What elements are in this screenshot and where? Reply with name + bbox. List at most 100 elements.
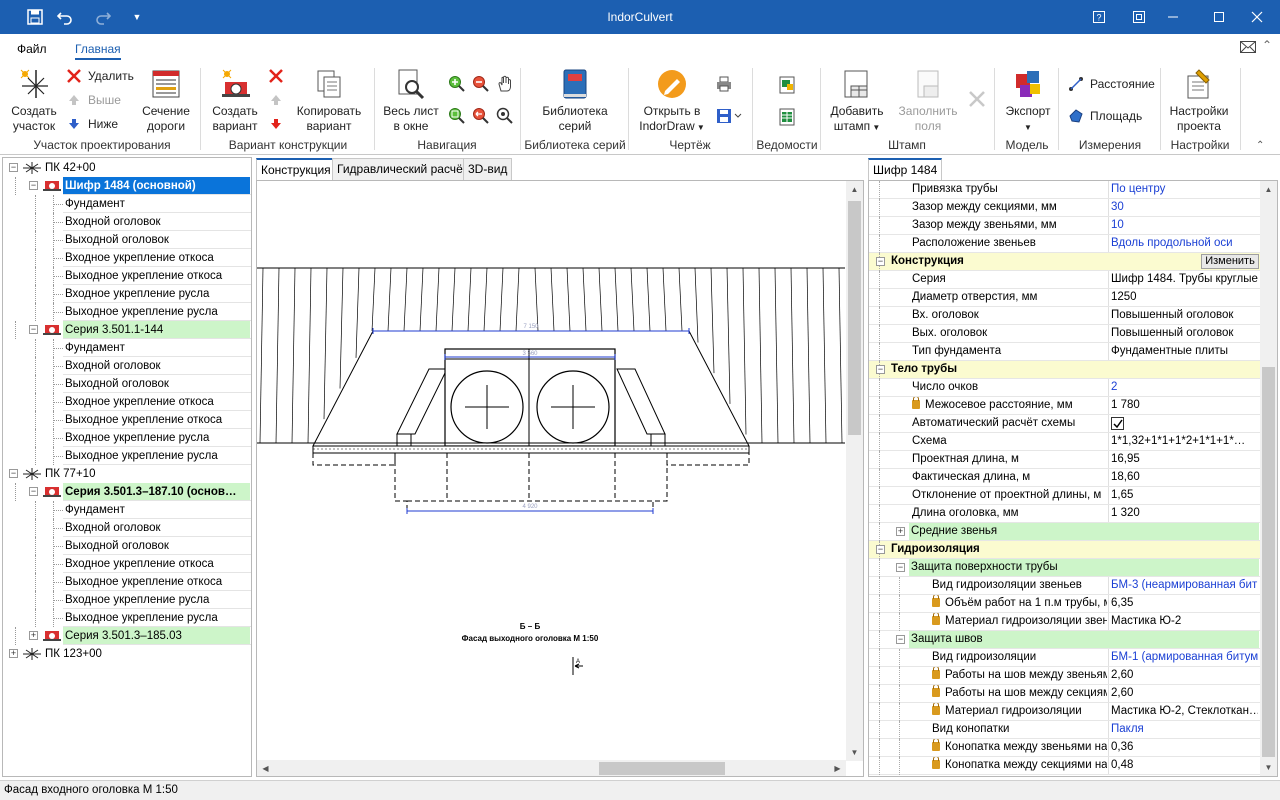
mail-icon[interactable] (1240, 40, 1256, 57)
collapse-icon[interactable]: − (29, 487, 38, 496)
zoom-out-icon[interactable] (472, 75, 490, 96)
create-variant-button[interactable]: Создать вариант (206, 68, 264, 134)
tree-element-item[interactable]: Фундамент (3, 339, 251, 357)
collapse-icon[interactable]: − (29, 325, 38, 334)
project-settings-button[interactable]: Настройки проекта (1166, 68, 1232, 134)
property-value[interactable]: 2,60 (1108, 667, 1258, 684)
tree-element-item[interactable]: Выходной оголовок (3, 375, 251, 393)
tree-element-item[interactable]: Входное укрепление русла (3, 591, 251, 609)
zoom-in-icon[interactable] (448, 75, 466, 96)
property-value[interactable]: БМ-1 (армированная битум… (1108, 649, 1258, 666)
undo-icon[interactable] (54, 7, 76, 27)
canvas-vertical-scrollbar[interactable]: ▲ ▼ (846, 181, 863, 761)
scroll-down-arrow-icon[interactable]: ▼ (846, 744, 863, 761)
minimize-icon[interactable] (1150, 0, 1196, 34)
distance-button[interactable]: Расстояние (1068, 76, 1155, 92)
sheet-list-icon[interactable] (778, 108, 796, 129)
variant-delete-button[interactable] (268, 68, 284, 84)
tab-3d-view[interactable]: 3D-вид (463, 158, 513, 180)
property-row[interactable]: Зазор между секциями, мм 30 (869, 199, 1261, 217)
property-row[interactable]: Вид гидроизоляции звеньев БМ-3 (неармиров… (869, 577, 1261, 595)
property-value[interactable]: 6,35 (1108, 595, 1258, 612)
scroll-down-arrow-icon[interactable]: ▼ (1260, 759, 1277, 776)
property-row[interactable]: Вх. оголовок Повышенный оголовок (869, 307, 1261, 325)
move-down-button[interactable]: Ниже (66, 116, 118, 132)
property-subgroup[interactable]: Средние звенья + (869, 523, 1261, 541)
property-value[interactable]: Вдоль продольной оси (1108, 235, 1258, 252)
property-row[interactable]: Вид гидроизоляции БМ-1 (армированная биту… (869, 649, 1261, 667)
tree-element-item[interactable]: Фундамент (3, 501, 251, 519)
tree-element-item[interactable]: Входное укрепление откоса (3, 249, 251, 267)
property-value[interactable]: Мастика Ю-2 (1108, 613, 1258, 630)
property-value[interactable]: Мастика Ю-2, Стеклоткан… (1108, 703, 1258, 720)
close-icon[interactable] (1234, 0, 1280, 34)
scroll-thumb[interactable] (1262, 367, 1275, 757)
tab-properties[interactable]: Шифр 1484 (868, 158, 943, 181)
property-value[interactable] (1108, 415, 1258, 432)
tree-element-item[interactable]: Выходное укрепление откоса (3, 573, 251, 591)
property-value[interactable]: 1,65 (1108, 487, 1258, 504)
property-row[interactable]: Отклонение от проектной длины, м 1,65 (869, 487, 1261, 505)
tree-element-item[interactable]: Выходное укрепление откоса (3, 267, 251, 285)
tree-station-node[interactable]: + ПК 123+00 (3, 645, 251, 663)
collapse-icon[interactable]: − (29, 181, 38, 190)
property-value[interactable]: 2,60 (1108, 685, 1258, 702)
expand-icon[interactable]: + (9, 649, 18, 658)
property-value[interactable]: БМ-3 (неармированная бит… (1108, 577, 1258, 594)
tree-element-item[interactable]: Входной оголовок (3, 213, 251, 231)
export-button[interactable]: Экспорт ▼ (1000, 68, 1056, 135)
collapse-icon[interactable]: − (876, 545, 885, 554)
auto-calc-checkbox[interactable] (1111, 417, 1124, 430)
property-row[interactable]: Работы на шов между секциями 2,60 (869, 685, 1261, 703)
tree-element-item[interactable]: Входной оголовок (3, 357, 251, 375)
property-subgroup[interactable]: Защита поверхности трубы − (869, 559, 1261, 577)
property-row[interactable]: Вых. оголовок Повышенный оголовок (869, 325, 1261, 343)
redo-icon[interactable] (92, 7, 114, 27)
quick-access-dropdown-icon[interactable]: ▼ (126, 7, 148, 27)
tree-element-item[interactable]: Входное укрепление откоса (3, 393, 251, 411)
property-category[interactable]: Гидроизоляция − (869, 541, 1261, 559)
fill-fields-button[interactable]: Заполнить поля (894, 68, 962, 134)
sheet-excel-icon[interactable] (778, 76, 796, 97)
zoom-window-icon[interactable] (448, 107, 466, 128)
property-subgroup[interactable]: Защита швов − (869, 631, 1261, 649)
open-indordraw-button[interactable]: Открыть в IndorDraw ▼ (636, 68, 708, 135)
property-value[interactable]: 0,36 (1108, 739, 1258, 756)
delete-button[interactable]: Удалить (66, 68, 134, 84)
print-icon[interactable] (716, 76, 732, 95)
property-value[interactable]: 1 320 (1108, 505, 1258, 522)
tab-construction[interactable]: Конструкция (256, 158, 336, 181)
tree-element-item[interactable]: Фундамент (3, 195, 251, 213)
property-value[interactable]: Шифр 1484. Трубы круглые (1108, 271, 1258, 288)
area-button[interactable]: Площадь (1068, 108, 1142, 124)
property-category[interactable]: Тело трубы − (869, 361, 1261, 379)
move-up-button[interactable]: Выше (66, 92, 121, 108)
properties-scrollbar[interactable]: ▲ ▼ (1260, 181, 1277, 776)
property-value[interactable]: 10 (1108, 217, 1258, 234)
property-row[interactable]: Схема 1*1,32+1*1+1*2+1*1+1*… (869, 433, 1261, 451)
collapse-icon[interactable]: − (876, 365, 885, 374)
tree-element-item[interactable]: Входное укрепление русла (3, 429, 251, 447)
property-row[interactable]: Проектная длина, м 16,95 (869, 451, 1261, 469)
tree-variant-node[interactable]: − Шифр 1484 (основной) (3, 177, 251, 195)
tree-element-item[interactable]: Выходное укрепление русла (3, 447, 251, 465)
tree-element-item[interactable]: Выходной оголовок (3, 231, 251, 249)
tab-hydraulic[interactable]: Гидравлический расчёт (332, 158, 474, 180)
drawing-canvas[interactable]: 7 150 3 560 4 920 Б – Б Фасад выходного … (256, 180, 864, 777)
property-row[interactable]: Конопатка между секциями на 0,48 (869, 757, 1261, 775)
property-row[interactable]: Серия Шифр 1484. Трубы круглые (869, 271, 1261, 289)
property-row[interactable]: Материал гидроизоляции звеньев Мастика Ю-… (869, 613, 1261, 631)
tree-element-item[interactable]: Выходное укрепление русла (3, 303, 251, 321)
tab-home[interactable]: Главная (75, 42, 121, 60)
copy-variant-button[interactable]: Копировать вариант (292, 68, 366, 134)
property-row[interactable]: Автоматический расчёт схемы (869, 415, 1261, 433)
collapse-icon[interactable]: − (9, 163, 18, 172)
property-value[interactable]: Повышенный оголовок (1108, 307, 1258, 324)
collapse-icon[interactable]: − (9, 469, 18, 478)
road-section-button[interactable]: Сечение дороги (138, 68, 194, 134)
scroll-up-arrow-icon[interactable]: ▲ (1260, 181, 1277, 198)
scroll-right-arrow-icon[interactable]: ▶ (829, 760, 846, 776)
tree-element-item[interactable]: Входной оголовок (3, 519, 251, 537)
property-row[interactable]: Объём работ на 1 п.м трубы, м 6,35 (869, 595, 1261, 613)
property-row[interactable]: Вид конопатки Пакля (869, 721, 1261, 739)
